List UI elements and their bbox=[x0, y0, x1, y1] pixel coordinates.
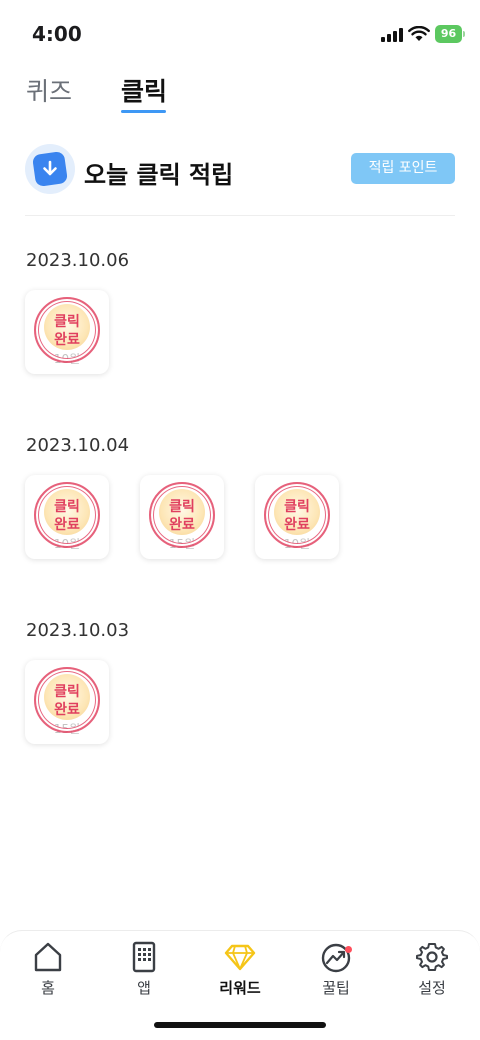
stamp-text: 클릭 완료 bbox=[284, 499, 310, 533]
tab-quiz[interactable]: 퀴즈 bbox=[26, 72, 72, 108]
reward-card[interactable]: 10원 클릭 완료 bbox=[255, 475, 339, 559]
gear-icon bbox=[416, 943, 448, 971]
nav-label: 설정 bbox=[418, 979, 446, 997]
date-label: 2023.10.06 bbox=[26, 250, 130, 271]
divider bbox=[25, 215, 455, 216]
notification-dot bbox=[345, 946, 352, 953]
nav-home[interactable]: 홈 bbox=[13, 941, 83, 1001]
nav-tips[interactable]: 꿀팁 bbox=[301, 941, 371, 1001]
reward-card[interactable]: 10원 클릭 완료 bbox=[25, 290, 109, 374]
diamond-icon bbox=[224, 944, 256, 971]
home-icon bbox=[34, 942, 62, 972]
status-time: 4:00 bbox=[32, 22, 82, 46]
download-icon bbox=[25, 144, 75, 194]
today-click-header: 오늘 클릭 적립 적립 포인트 bbox=[0, 140, 480, 200]
date-label: 2023.10.03 bbox=[26, 620, 130, 641]
tab-bar: 퀴즈 클릭 bbox=[0, 72, 480, 120]
battery-percent: 96 bbox=[440, 27, 457, 40]
cellular-signal-icon bbox=[381, 28, 403, 42]
nav-label: 앱 bbox=[137, 979, 151, 997]
reward-card[interactable]: 10원 클릭 완료 bbox=[25, 475, 109, 559]
wifi-icon bbox=[408, 26, 430, 41]
page-title: 오늘 클릭 적립 bbox=[84, 161, 234, 189]
stamp-text: 클릭 완료 bbox=[54, 684, 80, 718]
apps-icon bbox=[132, 941, 156, 973]
reward-card[interactable]: 15원 클릭 완료 bbox=[140, 475, 224, 559]
nav-reward[interactable]: 리워드 bbox=[205, 941, 275, 1001]
active-tab-indicator bbox=[121, 110, 166, 113]
nav-label: 꿀팁 bbox=[322, 979, 350, 997]
stamp-text: 클릭 완료 bbox=[169, 499, 195, 533]
stamp-text: 클릭 완료 bbox=[54, 499, 80, 533]
status-bar: 4:00 96 bbox=[0, 0, 480, 70]
tab-click[interactable]: 클릭 bbox=[121, 72, 167, 108]
accumulated-points-button[interactable]: 적립 포인트 bbox=[351, 153, 455, 184]
battery-icon: 96 bbox=[435, 25, 465, 43]
date-label: 2023.10.04 bbox=[26, 435, 130, 456]
stamp-text: 클릭 완료 bbox=[54, 314, 80, 348]
home-indicator bbox=[154, 1022, 326, 1028]
nav-apps[interactable]: 앱 bbox=[109, 941, 179, 1001]
nav-settings[interactable]: 설정 bbox=[397, 941, 467, 1001]
nav-label: 홈 bbox=[41, 979, 55, 997]
reward-card[interactable]: 15원 클릭 완료 bbox=[25, 660, 109, 744]
nav-label: 리워드 bbox=[219, 979, 261, 997]
